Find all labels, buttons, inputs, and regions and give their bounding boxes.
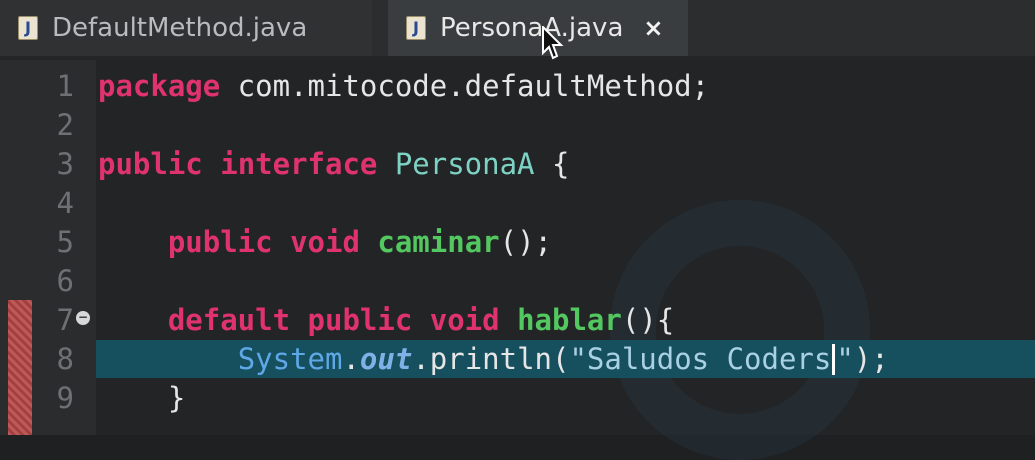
code-token: default <box>167 303 291 337</box>
line-number: 1 <box>56 69 74 103</box>
code-token: ); <box>853 342 889 376</box>
code-token: "Saludos Coders <box>569 342 832 376</box>
code-token: com.mitocode.defaultMethod; <box>220 69 710 103</box>
code-token: (){ <box>621 303 675 337</box>
line-number: 9 <box>56 381 74 415</box>
line-number: 6 <box>56 264 74 298</box>
code-token: out <box>359 342 413 376</box>
close-icon[interactable]: × <box>643 14 663 42</box>
code-line[interactable]: 2 <box>0 106 1035 145</box>
code-token: public <box>167 225 273 259</box>
code-token: . <box>342 342 360 376</box>
line-number: 5 <box>56 225 74 259</box>
code-token: (); <box>499 225 552 259</box>
code-token: public <box>98 147 203 181</box>
code-text[interactable]: System.out.println("Saludos Coders "); <box>98 340 889 379</box>
tab-personaa-java[interactable]: J PersonaA.java × <box>388 0 688 56</box>
code-token: PersonaA <box>394 147 535 181</box>
java-file-icon: J <box>406 16 426 40</box>
tab-defaultmethod-java[interactable]: J DefaultMethod.java <box>0 0 372 56</box>
code-token: public <box>307 303 413 337</box>
code-text[interactable]: package com.mitocode.defaultMethod; <box>98 67 709 106</box>
tab-label: DefaultMethod.java <box>52 13 308 43</box>
code-text[interactable]: } <box>98 379 185 418</box>
code-line[interactable]: 4 <box>0 184 1035 223</box>
code-line[interactable]: 9 } <box>0 379 1035 418</box>
code-text[interactable]: public interface PersonaA { <box>98 145 569 184</box>
line-number: 3 <box>56 147 74 181</box>
code-token: } <box>98 381 186 415</box>
code-text[interactable]: public void caminar(); <box>98 223 552 262</box>
code-line[interactable]: 5 public void caminar(); <box>0 223 1035 262</box>
tab-label: PersonaA.java <box>440 13 624 43</box>
code-token: " <box>836 342 854 376</box>
code-token: void <box>429 303 500 337</box>
code-token: package <box>98 69 221 103</box>
code-token: .println( <box>412 342 570 376</box>
java-file-icon: J <box>18 16 38 40</box>
mouse-pointer-icon <box>542 26 564 60</box>
code-token: hablar <box>517 303 622 337</box>
code-line[interactable]: 1 package com.mitocode.defaultMethod; <box>0 67 1035 106</box>
line-number: 7 <box>56 303 74 337</box>
code-token: interface <box>220 147 378 181</box>
editor-tab-bar: J DefaultMethod.java J PersonaA.java × <box>0 0 1035 60</box>
code-token: caminar <box>377 225 500 259</box>
code-line[interactable]: 3 public interface PersonaA { <box>0 145 1035 184</box>
code-line[interactable]: 6 <box>0 262 1035 301</box>
code-token: void <box>290 225 360 259</box>
code-line[interactable]: 8 System.out.println("Saludos Coders "); <box>0 340 1035 379</box>
text-caret <box>832 344 836 375</box>
code-line[interactable]: 7 default public void hablar(){ <box>0 301 1035 340</box>
code-token: { <box>534 147 570 181</box>
code-text[interactable]: default public void hablar(){ <box>98 301 674 340</box>
code-editor[interactable]: − 1 package com.mitocode.defaultMethod; 2 3… <box>0 60 1035 460</box>
line-number: 4 <box>56 186 74 220</box>
line-number: 8 <box>56 342 74 376</box>
code-token: System <box>237 342 343 376</box>
line-number: 2 <box>56 108 74 142</box>
